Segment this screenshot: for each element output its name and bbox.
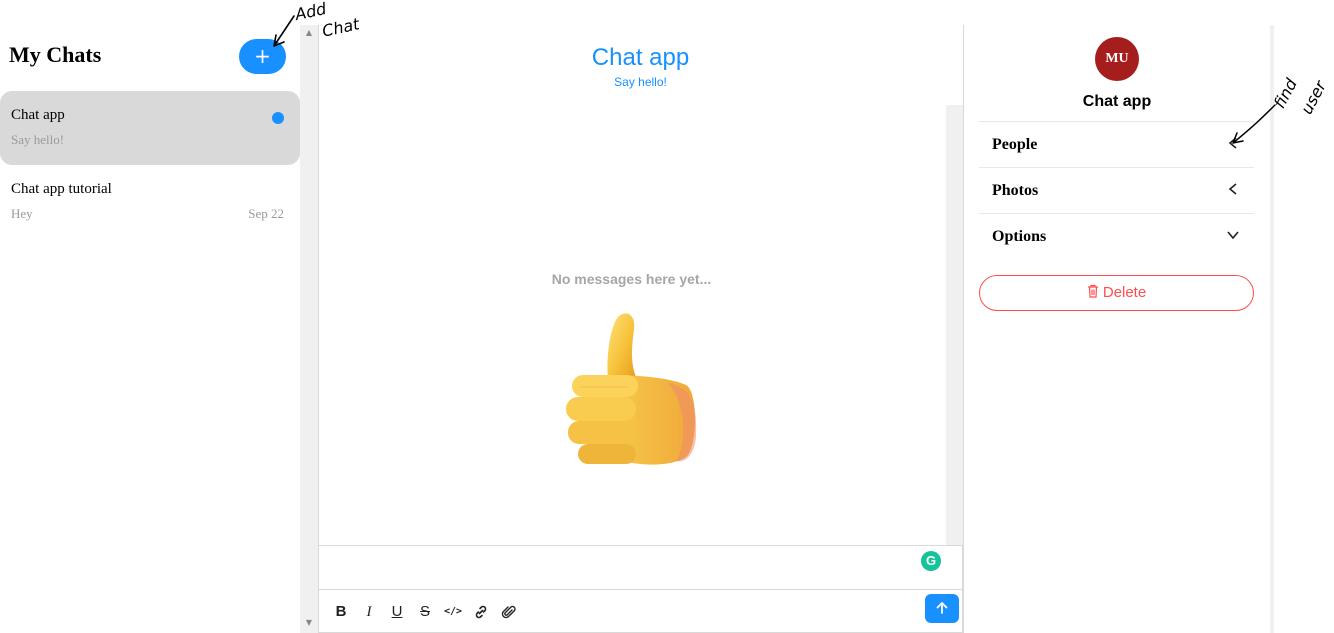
section-label: Options	[992, 228, 1047, 245]
chat-feed-panel: Chat app Say hello! No messages here yet…	[318, 25, 963, 633]
chat-card-title: Chat app tutorial	[11, 181, 112, 197]
chat-card-preview: Hey	[11, 206, 33, 221]
feed-scrollbar[interactable]	[946, 105, 963, 545]
italic-button[interactable]: I	[359, 602, 379, 622]
chat-card-chat-app-tutorial[interactable]: Chat app tutorial Hey Sep 22	[0, 165, 300, 239]
message-input[interactable]	[318, 545, 963, 590]
chat-card-title: Chat app	[11, 107, 65, 123]
section-people[interactable]: People	[979, 121, 1254, 167]
scroll-down-icon[interactable]: ▼	[304, 619, 314, 627]
grammarly-icon[interactable]: G	[921, 551, 941, 571]
bold-button[interactable]: B	[331, 602, 351, 622]
link-icon[interactable]	[471, 602, 491, 622]
arrow-up-icon	[936, 602, 948, 614]
section-label: People	[992, 136, 1038, 153]
strikethrough-button[interactable]: S	[415, 602, 435, 622]
delete-label: Delete	[1102, 284, 1147, 301]
feed-divider-left	[318, 25, 319, 633]
unread-dot	[272, 112, 284, 124]
attach-icon[interactable]	[499, 602, 519, 622]
chat-list-title: My Chats	[9, 42, 102, 67]
message-toolbar: B I U S </>	[318, 590, 963, 633]
chat-list-panel: My Chats + Chat app Say hello! Chat app …	[0, 0, 300, 633]
underline-button[interactable]: U	[387, 602, 407, 622]
chat-feed-title: Chat app	[591, 44, 690, 71]
section-photos[interactable]: Photos	[979, 167, 1254, 213]
section-label: Photos	[992, 182, 1039, 199]
trash-icon	[1087, 284, 1098, 298]
delete-chat-button[interactable]: Delete	[979, 275, 1254, 311]
avatar: MU	[1095, 37, 1139, 81]
find-user-annotation-line2: user	[1296, 77, 1331, 118]
chat-feed-subtitle: Say hello!	[614, 75, 667, 89]
chat-card-preview: Say hello!	[11, 132, 65, 147]
code-button[interactable]: </>	[443, 602, 463, 622]
chat-card-date: Sep 22	[248, 206, 284, 221]
chevron-left-icon	[1228, 183, 1237, 195]
chat-list-scrollbar[interactable]: ▲ ▼	[300, 25, 318, 633]
chevron-down-icon	[1227, 231, 1239, 240]
thumbs-up-icon	[566, 313, 697, 465]
empty-feed-text: No messages here yet...	[551, 271, 712, 287]
section-options[interactable]: Options	[979, 213, 1254, 259]
send-button[interactable]	[925, 594, 959, 623]
chat-card-chat-app[interactable]: Chat app Say hello!	[0, 91, 300, 165]
